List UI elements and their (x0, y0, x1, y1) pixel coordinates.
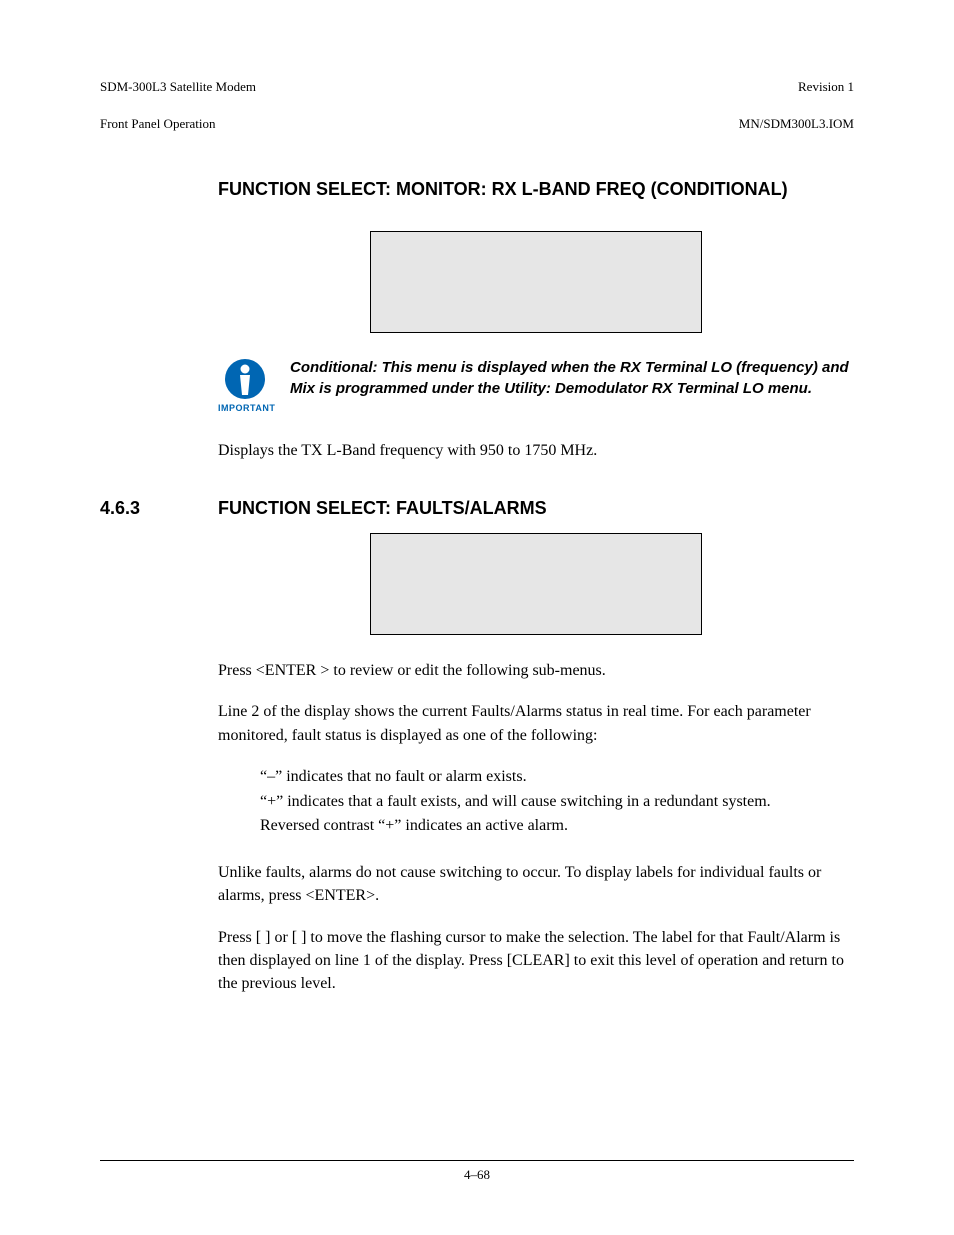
section-title: FUNCTION SELECT: FAULTS/ALARMS (218, 498, 547, 519)
page-header: SDM-300L3 Satellite Modem Front Panel Op… (100, 60, 854, 133)
body-paragraph: Press <ENTER > to review or edit the fol… (218, 659, 854, 682)
header-right-line2: MN/SDM300L3.IOM (739, 116, 854, 131)
section-heading-row: 4.6.3 FUNCTION SELECT: FAULTS/ALARMS (100, 498, 854, 519)
important-label: IMPORTANT (218, 403, 272, 413)
list-item: Reversed contrast “+” indicates an activ… (260, 814, 854, 839)
section-title: FUNCTION SELECT: MONITOR: RX L-BAND FREQ… (218, 177, 854, 201)
list-item: “+” indicates that a fault exists, and w… (260, 790, 854, 815)
header-left: SDM-300L3 Satellite Modem Front Panel Op… (100, 60, 256, 133)
lcd-display-placeholder (370, 231, 702, 333)
body-paragraph: Unlike faults, alarms do not cause switc… (218, 861, 854, 907)
section-monitor-rx-lband: FUNCTION SELECT: MONITOR: RX L-BAND FREQ… (218, 177, 854, 462)
section-faults-alarms: Press <ENTER > to review or edit the fol… (218, 533, 854, 995)
important-callout: IMPORTANT Conditional: This menu is disp… (218, 357, 854, 413)
footer-rule (100, 1160, 854, 1161)
important-icon: IMPORTANT (218, 357, 272, 413)
body-paragraph: Line 2 of the display shows the current … (218, 700, 854, 746)
page-number: 4–68 (100, 1167, 854, 1183)
status-legend-list: “–” indicates that no fault or alarm exi… (260, 765, 854, 839)
header-left-line2: Front Panel Operation (100, 116, 216, 131)
list-item: “–” indicates that no fault or alarm exi… (260, 765, 854, 790)
section-number: 4.6.3 (100, 498, 218, 519)
page: SDM-300L3 Satellite Modem Front Panel Op… (0, 0, 954, 1235)
important-text: Conditional: This menu is displayed when… (290, 357, 854, 399)
body-paragraph: Press [ ] or [ ] to move the flashing cu… (218, 926, 854, 996)
page-footer: 4–68 (100, 1160, 854, 1183)
header-right-line1: Revision 1 (798, 79, 854, 94)
header-right: Revision 1 MN/SDM300L3.IOM (739, 60, 854, 133)
lcd-display-placeholder (370, 533, 702, 635)
header-left-line1: SDM-300L3 Satellite Modem (100, 79, 256, 94)
body-paragraph: Displays the TX L-Band frequency with 95… (218, 439, 854, 462)
